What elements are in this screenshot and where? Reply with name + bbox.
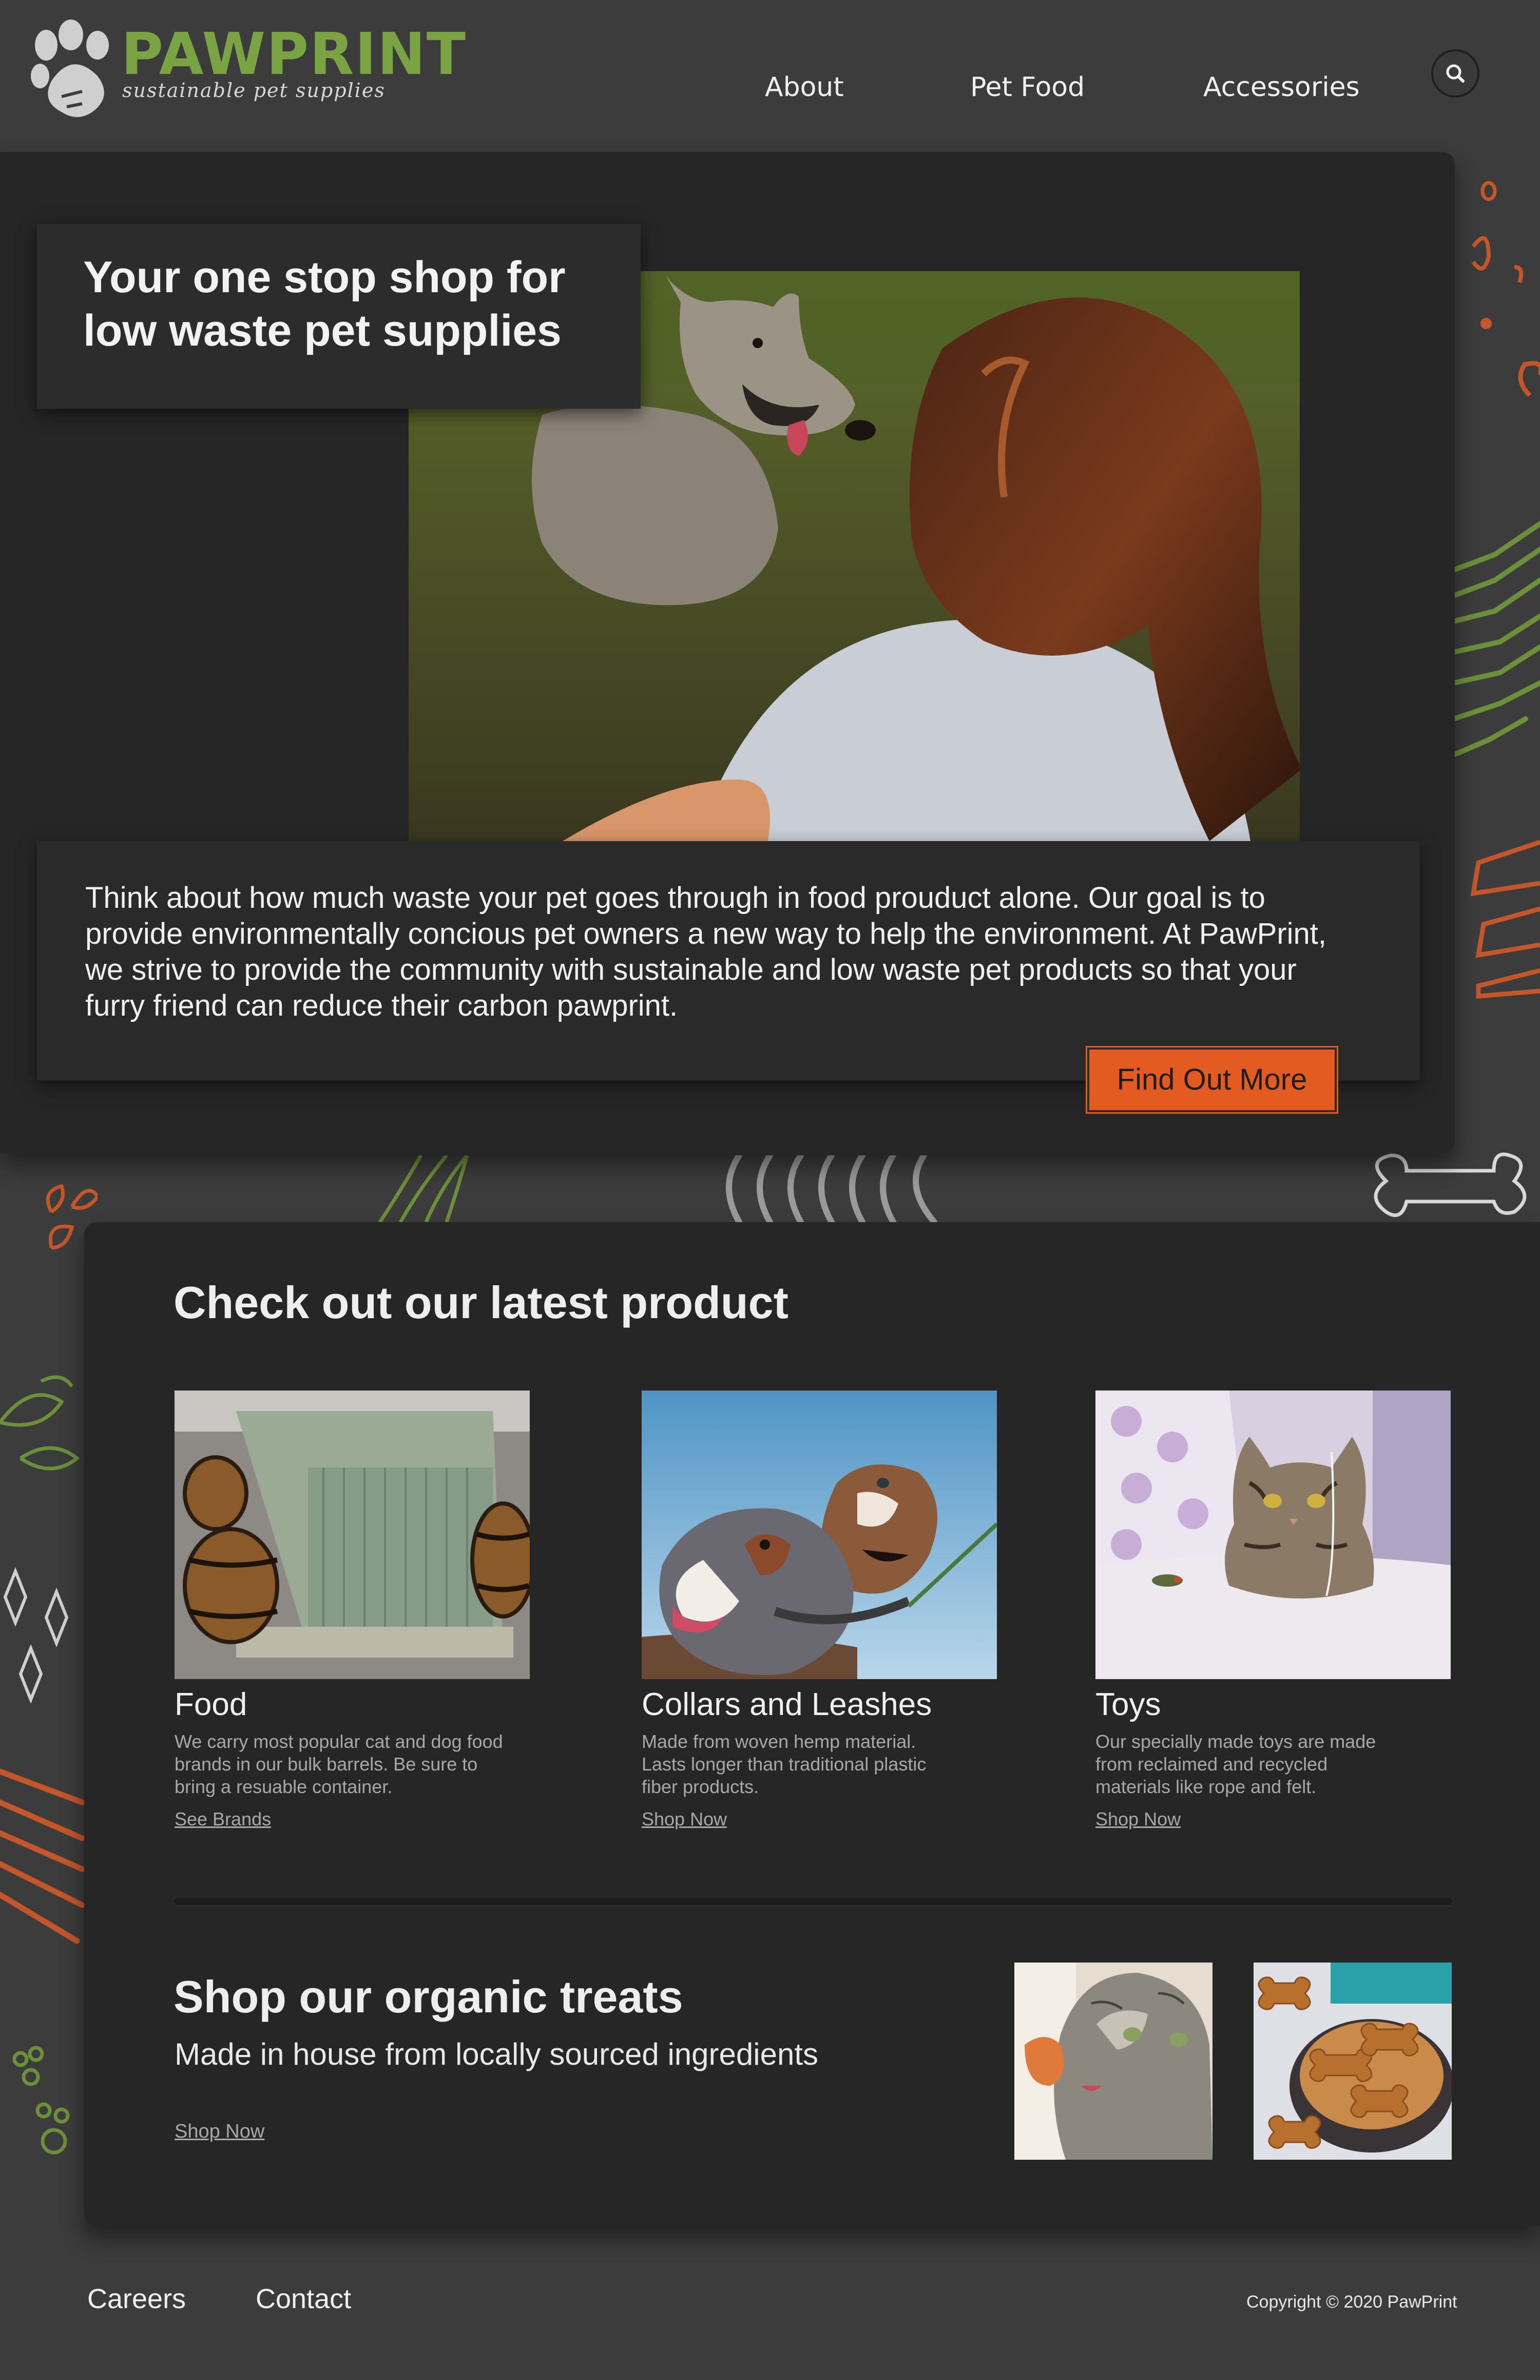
diamond-sparkle-doodle <box>3 1567 69 1704</box>
grey-waves-doodle <box>726 1155 937 1222</box>
nav-accessories[interactable]: Accessories <box>1203 69 1360 106</box>
cat-with-toy-photo[interactable] <box>1095 1391 1451 1679</box>
latest-products-title: Check out our latest product <box>174 1277 788 1328</box>
search-icon <box>1446 64 1465 83</box>
cat-eating-treat-photo[interactable] <box>1014 1963 1212 2160</box>
green-chevron-doodle <box>1454 521 1540 757</box>
treats-title: Shop our organic treats <box>174 1971 683 2022</box>
green-paw-doodle <box>12 2046 70 2155</box>
card-title-food: Food <box>175 1687 247 1722</box>
hero-title-card: Your one stop shop for low waste pet sup… <box>37 224 641 409</box>
hero-title: Your one stop shop for low waste pet sup… <box>83 253 566 355</box>
paw-logo-icon[interactable] <box>31 20 118 122</box>
treats-subtitle: Made in house from locally sourced ingre… <box>175 2037 818 2071</box>
bulk-barrels-photo[interactable] <box>175 1391 530 1679</box>
brand-tagline: sustainable pet supplies <box>122 79 386 102</box>
find-out-more-button[interactable]: Find Out More <box>1086 1046 1338 1114</box>
hero-description-card: Think about how much waste your pet goes… <box>37 841 1420 1080</box>
see-brands-link[interactable]: See Brands <box>175 1808 271 1830</box>
card-description-collars: Made from woven hemp material. Lasts lon… <box>642 1731 927 1797</box>
section-divider <box>175 1898 1452 1905</box>
copyright-text: Copyright © 2020 PawPrint <box>1246 2292 1457 2312</box>
green-leaf-doodle <box>0 1375 80 1471</box>
brand-name[interactable]: PAWPRINT <box>121 26 467 83</box>
footer-careers-link[interactable]: Careers <box>87 2283 186 2315</box>
green-grass-doodle <box>378 1155 469 1222</box>
orange-stripes-doodle <box>0 1768 85 1944</box>
shop-treats-link[interactable]: Shop Now <box>175 2121 264 2143</box>
card-title-toys: Toys <box>1095 1687 1161 1722</box>
hero-description: Think about how much waste your pet goes… <box>85 881 1326 1022</box>
search-button[interactable] <box>1431 49 1479 98</box>
dog-biscuits-bowl-photo[interactable] <box>1254 1963 1452 2160</box>
card-description-toys: Our specially made toys are made from re… <box>1095 1731 1376 1797</box>
orange-bars-doodle <box>1470 840 1540 999</box>
footer-contact-link[interactable]: Contact <box>256 2283 351 2315</box>
shop-collars-link[interactable]: Shop Now <box>642 1808 727 1830</box>
card-description-food: We carry most popular cat and dog food b… <box>175 1731 503 1797</box>
shop-toys-link[interactable]: Shop Now <box>1095 1808 1181 1830</box>
orange-scribble-doodle <box>1471 181 1540 397</box>
card-title-collars: Collars and Leashes <box>642 1687 932 1722</box>
bone-doodle <box>1374 1152 1527 1217</box>
nav-pet-food[interactable]: Pet Food <box>970 69 1085 106</box>
two-dogs-leash-photo[interactable] <box>642 1391 997 1679</box>
nav-about[interactable]: About <box>765 69 844 106</box>
